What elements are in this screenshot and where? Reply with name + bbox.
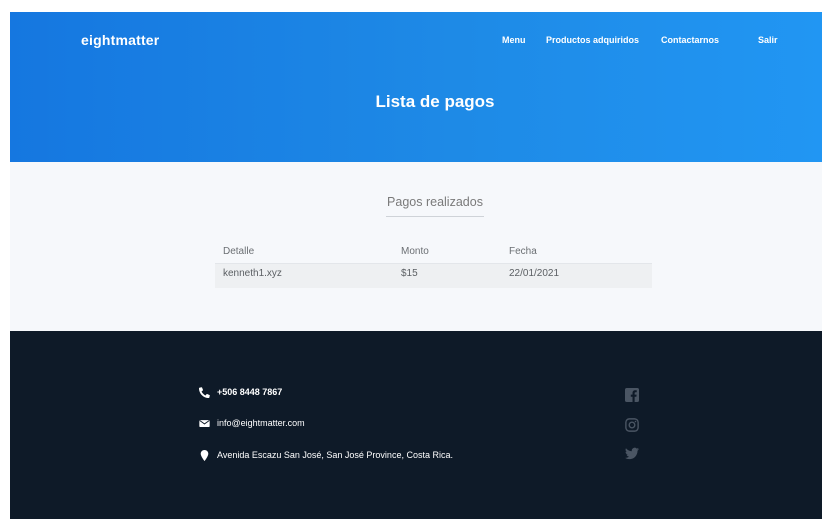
section-title: Pagos realizados (387, 195, 483, 209)
address-text: Avenida Escazu San José, San José Provin… (217, 450, 453, 460)
header: eightmatter Menu Productos adquiridos Co… (10, 12, 822, 162)
location-pin-icon (199, 449, 210, 461)
nav-salir-link[interactable]: Salir (758, 34, 778, 46)
facebook-icon[interactable] (625, 388, 639, 402)
column-header-fecha: Fecha (509, 246, 537, 257)
page-title: Lista de pagos (375, 92, 495, 111)
phone-text: +506 8448 7867 (217, 387, 283, 397)
column-header-detalle: Detalle (223, 246, 255, 257)
table-header-row: Detalle Monto Fecha (215, 242, 652, 264)
page: eightmatter Menu Productos adquiridos Co… (10, 12, 822, 519)
email-link[interactable]: info@eightmatter.com (217, 417, 305, 429)
contact-phone: +506 8448 7867 (199, 386, 282, 398)
nav-menu-link[interactable]: Menu (502, 34, 526, 46)
cell-detalle: kenneth1.xyz (223, 268, 282, 279)
top-nav: Menu Productos adquiridos Contactarnos S… (10, 34, 822, 48)
instagram-icon[interactable] (625, 418, 639, 432)
nav-productos-adquiridos-link[interactable]: Productos adquiridos (546, 34, 639, 46)
cell-fecha: 22/01/2021 (509, 268, 560, 279)
contact-address: Avenida Escazu San José, San José Provin… (199, 449, 453, 461)
envelope-icon (199, 418, 210, 429)
payments-section: Pagos realizados Detalle Monto Fecha ken… (10, 162, 822, 331)
table-row: kenneth1.xyz $15 22/01/2021 (215, 264, 652, 288)
contact-email: info@eightmatter.com (199, 417, 305, 429)
column-header-monto: Monto (401, 246, 429, 257)
nav-contactarnos-link[interactable]: Contactarnos (661, 34, 719, 46)
cell-monto: $15 (401, 268, 418, 279)
section-divider (386, 216, 484, 217)
twitter-icon[interactable] (625, 446, 639, 460)
phone-icon (199, 386, 210, 398)
payments-table: Detalle Monto Fecha kenneth1.xyz $15 22/… (215, 242, 652, 288)
footer: +506 8448 7867 info@eightmatter.com Aven… (10, 331, 822, 519)
